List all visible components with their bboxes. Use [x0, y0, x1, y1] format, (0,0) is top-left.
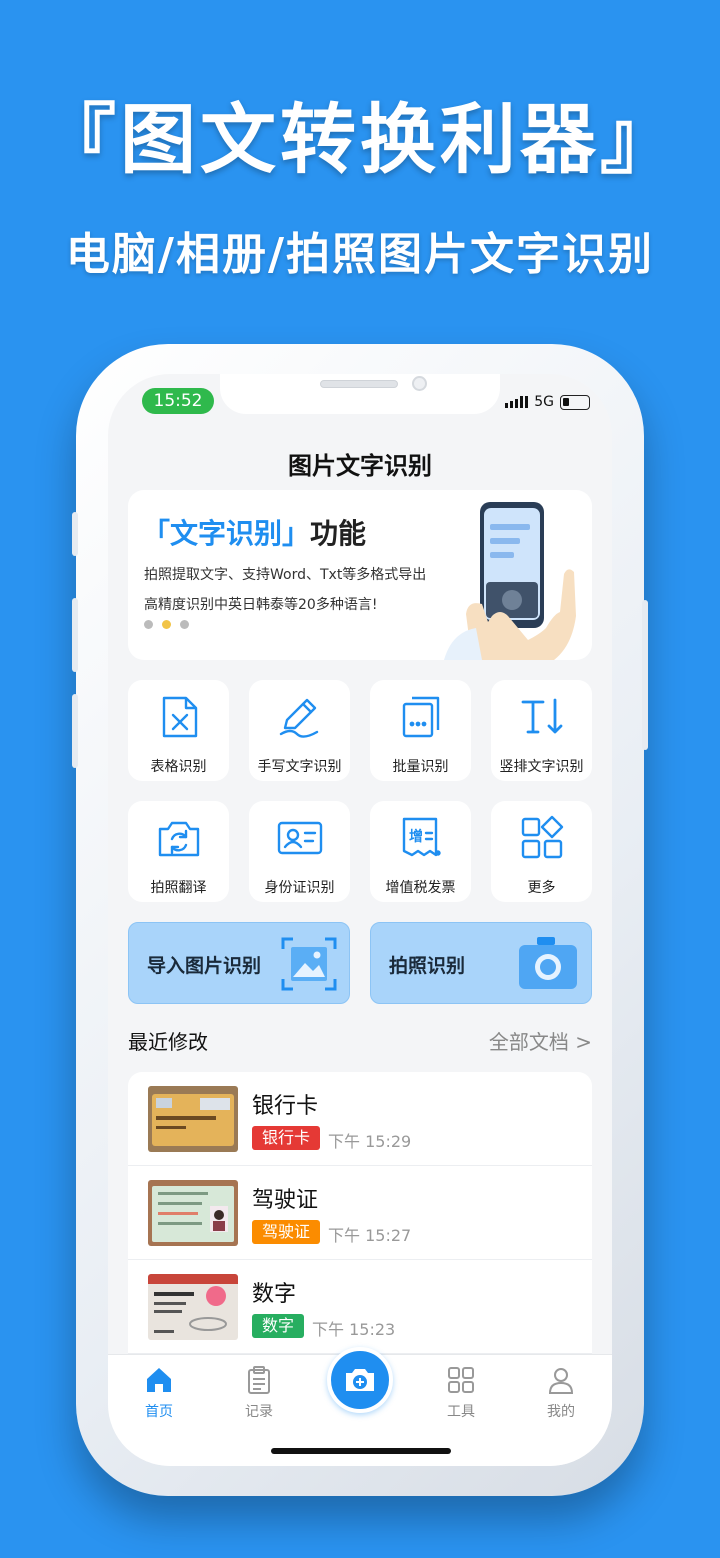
list-item[interactable]: 银行卡 银行卡 下午 15:29	[128, 1072, 592, 1166]
speaker	[320, 380, 398, 388]
list-item[interactable]: 驾驶证 驾驶证 下午 15:27	[128, 1166, 592, 1260]
row-time: 下午 15:23	[312, 1320, 396, 1339]
all-documents-link[interactable]: 全部文档 >	[489, 1026, 592, 1055]
row-tag: 数字	[252, 1314, 305, 1338]
banner-line-1: 拍照提取文字、支持Word、Txt等多格式导出	[144, 567, 427, 583]
tab-records[interactable]: 记录	[224, 1365, 294, 1421]
tool-label: 表格识别	[150, 759, 207, 775]
notch	[220, 374, 500, 414]
import-image-button[interactable]: 导入图片识别	[128, 922, 350, 1004]
take-photo-label: 拍照识别	[389, 955, 466, 977]
home-icon	[147, 1368, 171, 1392]
recent-list: 银行卡 银行卡 下午 15:29 驾驶证 驾驶证 下午 15:27 数字 数字 …	[128, 1072, 592, 1372]
app-screen: 15:52 5G 图片文字识别 「文字识别」功能 拍照提取文字、支持Word、T…	[108, 374, 612, 1466]
tab-home-label: 首页	[145, 1404, 173, 1420]
tab-records-label: 记录	[245, 1404, 273, 1420]
tool-batch-recognition[interactable]: 批量识别	[370, 680, 471, 781]
tool-more[interactable]: 更多	[491, 801, 592, 902]
row-tag: 驾驶证	[252, 1220, 321, 1244]
pager-dot-active[interactable]	[162, 620, 171, 629]
recent-section-header: 最近修改 全部文档 >	[128, 1026, 592, 1056]
tool-label: 批量识别	[392, 759, 449, 775]
front-camera	[412, 376, 427, 391]
tool-table-recognition[interactable]: 表格识别	[128, 680, 229, 781]
stacked-docs-icon	[402, 696, 439, 738]
row-tag: 银行卡	[252, 1126, 321, 1150]
hand-phone-illustration	[444, 502, 576, 660]
phone-volume-down-button	[72, 694, 78, 768]
tool-label: 更多	[527, 880, 556, 896]
vertical-text-icon	[521, 698, 562, 734]
battery-icon	[560, 394, 590, 410]
paper-clips-thumbnail	[148, 1274, 238, 1340]
svg-text:增: 增	[409, 828, 423, 845]
scan-camera-button[interactable]	[327, 1347, 393, 1413]
tools-grid-icon	[448, 1367, 474, 1393]
tool-vat-invoice[interactable]: 增 增值税发票	[370, 801, 471, 902]
user-icon	[548, 1368, 574, 1394]
banner-title-suffix: 功能	[310, 517, 367, 550]
tool-label: 拍照翻译	[150, 880, 207, 896]
home-indicator	[271, 1448, 451, 1454]
row-title: 数字	[252, 1282, 297, 1307]
camera-plus-icon	[346, 1369, 374, 1391]
status-indicators: 5G	[505, 394, 590, 410]
tool-photo-translate[interactable]: 拍照翻译	[128, 801, 229, 902]
tab-home[interactable]: 首页	[124, 1365, 194, 1421]
bank-card-thumbnail	[148, 1086, 238, 1152]
tool-handwriting-recognition[interactable]: 手写文字识别	[249, 680, 350, 781]
banner-title: 「文字识别」功能	[142, 512, 366, 552]
tool-label: 身份证识别	[264, 880, 335, 896]
tool-id-card-recognition[interactable]: 身份证识别	[249, 801, 350, 902]
page-title: 图片文字识别	[288, 452, 432, 480]
feature-banner[interactable]: 「文字识别」功能 拍照提取文字、支持Word、Txt等多格式导出 高精度识别中英…	[128, 490, 592, 660]
tool-vertical-text-recognition[interactable]: 竖排文字识别	[491, 680, 592, 781]
more-grid-icon	[521, 815, 563, 859]
phone-side-button	[72, 512, 78, 556]
status-time: 15:52	[142, 388, 214, 414]
tool-label: 手写文字识别	[257, 759, 342, 775]
promo-headline: 『图文转换利器』	[40, 95, 680, 184]
phone-power-button	[642, 600, 648, 750]
recent-title: 最近修改	[128, 1030, 208, 1054]
camera-icon	[519, 937, 577, 989]
row-time: 下午 15:27	[328, 1226, 412, 1245]
promo-subline: 电脑/相册/拍照图片文字识别	[65, 229, 655, 280]
driver-license-thumbnail	[148, 1180, 238, 1246]
banner-pager[interactable]	[144, 620, 189, 629]
signal-icon	[505, 396, 529, 408]
excel-file-icon	[162, 696, 197, 738]
tab-tools-label: 工具	[447, 1404, 475, 1420]
tool-label: 竖排文字识别	[499, 759, 584, 775]
tab-mine[interactable]: 我的	[526, 1365, 596, 1421]
clipboard-icon	[248, 1366, 270, 1394]
pager-dot[interactable]	[180, 620, 189, 629]
take-photo-button[interactable]: 拍照识别	[370, 922, 592, 1004]
id-card-icon	[277, 821, 322, 855]
tool-grid: 表格识别 手写文字识别 批量识别 竖排文字识别 拍照翻译 身份证识别 增 增值税…	[128, 680, 592, 902]
invoice-icon: 增	[402, 817, 441, 857]
pen-icon	[279, 698, 318, 738]
row-title: 银行卡	[252, 1094, 319, 1119]
phone-volume-up-button	[72, 598, 78, 672]
pager-dot[interactable]	[144, 620, 153, 629]
camera-rotate-icon	[158, 821, 199, 857]
tool-label: 增值税发票	[385, 880, 456, 896]
network-label: 5G	[534, 394, 554, 410]
row-title: 驾驶证	[252, 1188, 319, 1213]
banner-line-2: 高精度识别中英日韩泰等20多种语言!	[144, 597, 378, 613]
list-item[interactable]: 数字 数字 下午 15:23	[128, 1260, 592, 1354]
tab-mine-label: 我的	[547, 1404, 575, 1420]
banner-title-highlight: 「文字识别」	[142, 517, 311, 550]
row-time: 下午 15:29	[328, 1132, 412, 1151]
tab-tools[interactable]: 工具	[426, 1365, 496, 1421]
import-image-label: 导入图片识别	[147, 955, 262, 977]
image-frame-icon	[281, 937, 337, 991]
